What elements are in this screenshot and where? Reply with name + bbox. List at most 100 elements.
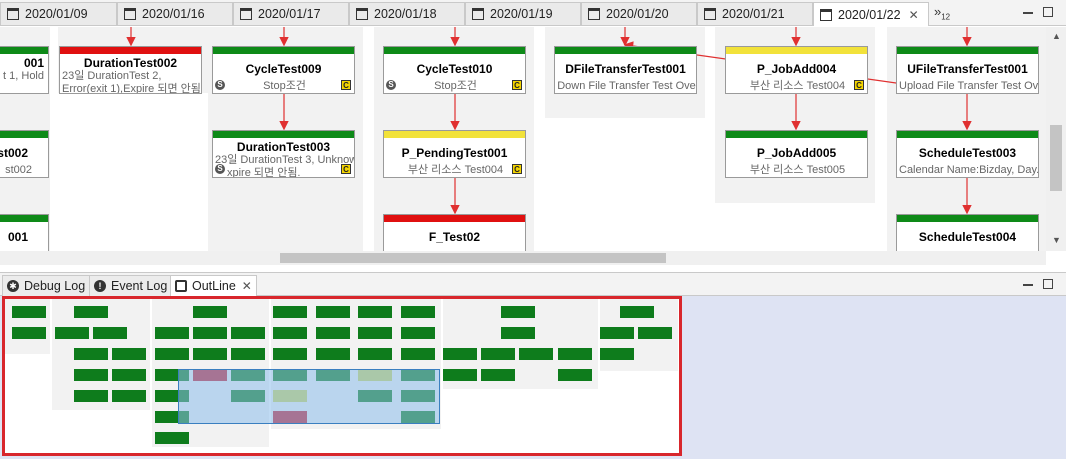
status-band xyxy=(213,47,354,54)
job-name: CycleTest010 xyxy=(416,62,493,76)
outline-job xyxy=(74,348,108,360)
tab-overflow-button[interactable]: »12 xyxy=(934,4,950,22)
outline-job xyxy=(93,327,127,339)
outline-job xyxy=(74,390,108,402)
tab-2020-01-17[interactable]: 2020/01/17 xyxy=(233,2,349,25)
tab-2020-01-20[interactable]: 2020/01/20 xyxy=(581,2,697,25)
job-desc: 23일 DurationTest 3, Unknow xyxy=(215,154,355,166)
tab-label: OutLine xyxy=(192,279,236,293)
job-node[interactable]: F_Test02 xyxy=(383,214,526,251)
outline-job xyxy=(112,390,146,402)
job-desc: 부산 리소스 Test004 xyxy=(407,164,504,176)
outline-job xyxy=(273,348,307,360)
scroll-down-icon[interactable]: ▼ xyxy=(1052,235,1061,245)
outline-job xyxy=(273,327,307,339)
job-desc: 부산 리소스 Test005 xyxy=(749,164,846,176)
job-node[interactable]: st002 st002 xyxy=(0,130,49,178)
outline-job xyxy=(600,348,634,360)
calendar-icon xyxy=(124,8,136,20)
tab-label: 2020/01/09 xyxy=(25,7,88,21)
calendar-icon xyxy=(7,8,19,20)
outline-panel xyxy=(0,296,1066,459)
job-node[interactable]: P_PendingTest001 부산 리소스 Test004 C xyxy=(383,130,526,178)
tab-2020-01-18[interactable]: 2020/01/18 xyxy=(349,2,465,25)
job-node[interactable]: CycleTest010 Stop조건 S C xyxy=(383,46,526,94)
job-node[interactable]: UFileTransferTest001 Upload File Transfe… xyxy=(896,46,1039,94)
outline-job xyxy=(519,348,553,360)
minimize-icon[interactable] xyxy=(1023,12,1033,14)
editor-tab-bar: 2020/01/09 2020/01/16 2020/01/17 2020/01… xyxy=(0,0,1066,26)
tab-2020-01-19[interactable]: 2020/01/19 xyxy=(465,2,581,25)
calendar-icon xyxy=(356,8,368,20)
job-name: P_JobAdd005 xyxy=(756,146,837,160)
calendar-icon xyxy=(588,8,600,20)
outline-job xyxy=(273,306,307,318)
status-band xyxy=(897,131,1038,138)
status-band xyxy=(384,215,525,222)
status-band xyxy=(0,131,48,138)
job-node[interactable]: DurationTest002 23일 DurationTest 2, Erro… xyxy=(59,46,202,94)
outline-job xyxy=(112,369,146,381)
job-node[interactable]: P_JobAdd005 부산 리소스 Test005 xyxy=(725,130,868,178)
job-node[interactable]: 001 xyxy=(0,214,49,251)
tab-debug-log[interactable]: ✱ Debug Log xyxy=(2,275,91,296)
job-node[interactable]: 001 t 1, Hold xyxy=(0,46,49,94)
job-node[interactable]: CycleTest009 Stop조건 S C xyxy=(212,46,355,94)
job-node[interactable]: ScheduleTest004 xyxy=(896,214,1039,251)
job-node[interactable]: DFileTransferTest001 Down File Transfer … xyxy=(554,46,697,94)
tab-label: 2020/01/19 xyxy=(490,7,553,21)
tab-2020-01-22[interactable]: 2020/01/22 ✕ xyxy=(813,2,929,26)
job-node[interactable]: DurationTest003 23일 DurationTest 3, Unkn… xyxy=(212,130,355,178)
outline-job xyxy=(443,348,477,360)
outline-job xyxy=(620,306,654,318)
outline-job xyxy=(193,348,227,360)
tab-label: 2020/01/17 xyxy=(258,7,321,21)
horizontal-scroll-thumb[interactable] xyxy=(280,253,666,263)
minimize-icon[interactable] xyxy=(1023,284,1033,286)
outline-job xyxy=(358,348,392,360)
horizontal-scrollbar[interactable] xyxy=(0,251,1046,265)
job-name: 001 xyxy=(23,56,44,70)
tab-label: 2020/01/22 xyxy=(838,7,901,22)
job-desc: t 1, Hold xyxy=(3,70,44,82)
outline-job xyxy=(443,369,477,381)
job-node[interactable]: P_JobAdd004 부산 리소스 Test004 C xyxy=(725,46,868,94)
outline-job xyxy=(600,327,634,339)
status-band xyxy=(726,131,867,138)
outline-job xyxy=(358,306,392,318)
vertical-scroll-thumb[interactable] xyxy=(1050,125,1062,191)
outline-job xyxy=(316,348,350,360)
close-icon[interactable]: ✕ xyxy=(909,8,919,22)
cycle-icon: C xyxy=(512,164,522,174)
outline-job xyxy=(193,306,227,318)
maximize-icon[interactable] xyxy=(1043,279,1053,289)
outline-viewport[interactable] xyxy=(178,369,440,424)
status-band xyxy=(555,47,696,54)
outline-job xyxy=(12,327,46,339)
outline-job xyxy=(55,327,89,339)
calendar-icon xyxy=(240,8,252,20)
tab-outline[interactable]: OutLine ✕ xyxy=(170,275,257,296)
job-desc: 23일 DurationTest 2, xyxy=(62,70,162,82)
outline-minimap[interactable] xyxy=(2,296,682,456)
outline-job xyxy=(638,327,672,339)
tab-2020-01-09[interactable]: 2020/01/09 xyxy=(0,2,117,25)
scroll-up-icon[interactable]: ▲ xyxy=(1052,31,1061,41)
maximize-icon[interactable] xyxy=(1043,7,1053,17)
tab-2020-01-16[interactable]: 2020/01/16 xyxy=(117,2,233,25)
vertical-scrollbar[interactable]: ▲ ▼ xyxy=(1046,27,1066,251)
outline-job xyxy=(481,369,515,381)
cycle-icon: C xyxy=(854,80,864,90)
outline-job xyxy=(316,306,350,318)
tab-label: 2020/01/21 xyxy=(722,7,785,21)
job-desc: 부산 리소스 Test004 xyxy=(749,80,846,92)
schedule-canvas[interactable]: 001 t 1, Hold DurationTest002 23일 Durati… xyxy=(0,27,1046,251)
tab-event-log[interactable]: ! Event Log xyxy=(89,275,173,296)
job-desc: Upload File Transfer Test Ov xyxy=(899,80,1039,92)
tab-2020-01-21[interactable]: 2020/01/21 xyxy=(697,2,813,25)
outline-job xyxy=(193,327,227,339)
close-icon[interactable]: ✕ xyxy=(242,279,252,293)
job-node[interactable]: ScheduleTest003 Calendar Name:Bizday, Da… xyxy=(896,130,1039,178)
tab-label: Debug Log xyxy=(24,279,86,293)
overflow-count: 12 xyxy=(941,12,951,22)
